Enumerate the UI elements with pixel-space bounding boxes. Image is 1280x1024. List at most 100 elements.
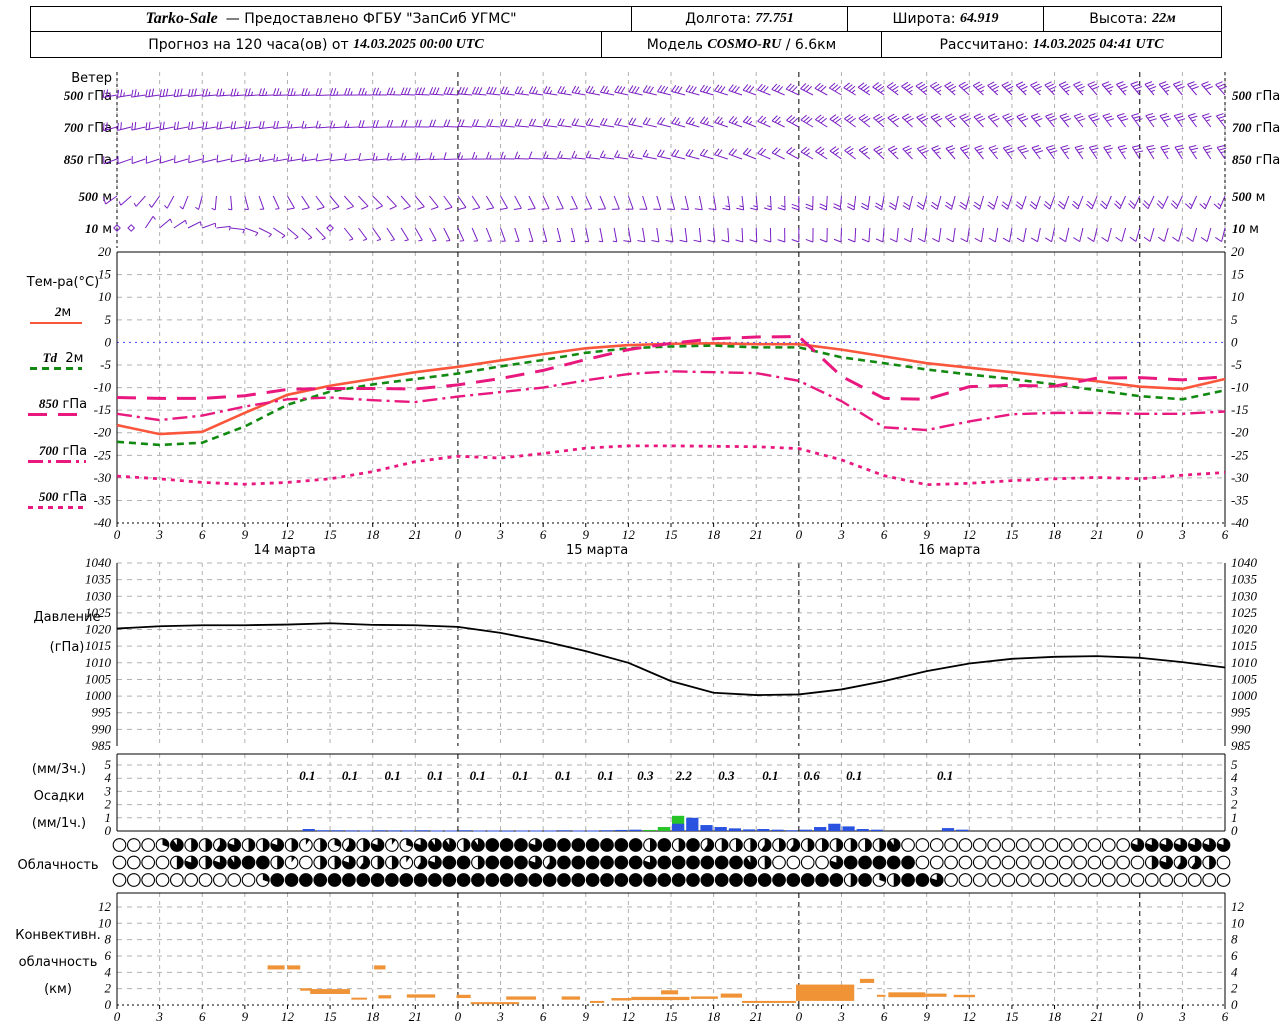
svg-text:-40: -40 bbox=[1231, 515, 1249, 530]
svg-text:0.1: 0.1 bbox=[937, 768, 953, 783]
svg-text:4: 4 bbox=[1231, 770, 1238, 785]
svg-text:0.1: 0.1 bbox=[512, 768, 528, 783]
svg-text:0.1: 0.1 bbox=[846, 768, 862, 783]
convective-cloud-bars bbox=[267, 965, 975, 1005]
svg-text:995: 995 bbox=[92, 705, 112, 720]
svg-text:0: 0 bbox=[105, 997, 112, 1012]
svg-text:-25: -25 bbox=[94, 447, 112, 462]
svg-text:0: 0 bbox=[105, 823, 112, 838]
svg-text:15: 15 bbox=[665, 527, 679, 542]
svg-text:0: 0 bbox=[1137, 1009, 1144, 1024]
svg-text:0: 0 bbox=[1231, 997, 1238, 1012]
svg-text:0.1: 0.1 bbox=[762, 768, 778, 783]
svg-text:16 марта: 16 марта bbox=[918, 543, 980, 558]
svg-text:-35: -35 bbox=[94, 492, 112, 507]
svg-text:15: 15 bbox=[1005, 527, 1019, 542]
svg-text:-15: -15 bbox=[1231, 402, 1249, 417]
svg-text:10: 10 bbox=[1231, 915, 1245, 930]
svg-text:10: 10 bbox=[98, 289, 112, 304]
svg-text:1010: 1010 bbox=[1231, 655, 1258, 670]
wind-barbs-p700 bbox=[102, 113, 1226, 132]
svg-text:18: 18 bbox=[1048, 527, 1062, 542]
svg-text:990: 990 bbox=[92, 721, 112, 736]
svg-text:6: 6 bbox=[881, 1009, 888, 1024]
svg-text:0: 0 bbox=[105, 334, 112, 349]
svg-text:9: 9 bbox=[923, 1009, 930, 1024]
svg-text:21: 21 bbox=[1091, 527, 1104, 542]
wind-barbs-m500 bbox=[103, 195, 1226, 211]
svg-text:-40: -40 bbox=[94, 515, 112, 530]
svg-text:1040: 1040 bbox=[1231, 555, 1258, 570]
svg-text:15 марта: 15 марта bbox=[566, 543, 628, 558]
svg-text:3: 3 bbox=[104, 783, 112, 798]
cloud-row-1 bbox=[112, 838, 1231, 852]
svg-text:-25: -25 bbox=[1231, 447, 1249, 462]
svg-text:18: 18 bbox=[707, 1009, 721, 1024]
svg-text:0.1: 0.1 bbox=[470, 768, 486, 783]
svg-text:2: 2 bbox=[1231, 981, 1238, 996]
svg-text:1035: 1035 bbox=[85, 572, 112, 587]
svg-text:1015: 1015 bbox=[85, 638, 112, 653]
svg-text:1000: 1000 bbox=[1231, 688, 1258, 703]
svg-text:1040: 1040 bbox=[85, 555, 112, 570]
svg-text:985: 985 bbox=[92, 738, 112, 753]
svg-text:-10: -10 bbox=[94, 380, 112, 395]
svg-text:0: 0 bbox=[455, 527, 462, 542]
svg-text:15: 15 bbox=[324, 1009, 338, 1024]
svg-text:12: 12 bbox=[963, 527, 977, 542]
svg-text:0.1: 0.1 bbox=[427, 768, 443, 783]
svg-text:1015: 1015 bbox=[1231, 638, 1258, 653]
svg-text:6: 6 bbox=[199, 1009, 206, 1024]
svg-text:3: 3 bbox=[155, 1009, 163, 1024]
svg-text:3: 3 bbox=[1178, 527, 1186, 542]
svg-text:12: 12 bbox=[1231, 899, 1245, 914]
svg-text:1: 1 bbox=[105, 810, 112, 825]
svg-text:0.6: 0.6 bbox=[804, 768, 821, 783]
svg-text:1020: 1020 bbox=[85, 622, 112, 637]
wind-barbs-p850 bbox=[103, 144, 1227, 165]
svg-text:4: 4 bbox=[105, 964, 112, 979]
svg-text:20: 20 bbox=[98, 244, 112, 259]
svg-text:2.2: 2.2 bbox=[675, 768, 693, 783]
svg-text:21: 21 bbox=[750, 1009, 763, 1024]
svg-text:3: 3 bbox=[1230, 783, 1238, 798]
svg-text:-5: -5 bbox=[100, 357, 111, 372]
svg-text:4: 4 bbox=[105, 770, 112, 785]
svg-text:12: 12 bbox=[281, 1009, 295, 1024]
svg-text:5: 5 bbox=[1231, 757, 1238, 772]
svg-text:12: 12 bbox=[622, 1009, 636, 1024]
svg-text:1035: 1035 bbox=[1231, 572, 1258, 587]
svg-text:-20: -20 bbox=[1231, 425, 1249, 440]
svg-text:1010: 1010 bbox=[85, 655, 112, 670]
svg-text:0.1: 0.1 bbox=[299, 768, 315, 783]
svg-text:9: 9 bbox=[242, 527, 249, 542]
svg-text:1020: 1020 bbox=[1231, 622, 1258, 637]
svg-text:3: 3 bbox=[1178, 1009, 1186, 1024]
svg-text:18: 18 bbox=[366, 527, 380, 542]
svg-text:0.1: 0.1 bbox=[555, 768, 571, 783]
svg-text:8: 8 bbox=[105, 932, 112, 947]
svg-text:1030: 1030 bbox=[1231, 588, 1258, 603]
svg-text:0: 0 bbox=[796, 1009, 803, 1024]
svg-text:12: 12 bbox=[281, 527, 295, 542]
svg-text:-20: -20 bbox=[94, 425, 112, 440]
svg-text:9: 9 bbox=[583, 527, 590, 542]
svg-text:18: 18 bbox=[366, 1009, 380, 1024]
svg-text:985: 985 bbox=[1231, 738, 1251, 753]
wind-barbs-p500 bbox=[102, 81, 1228, 98]
svg-text:3: 3 bbox=[496, 1009, 504, 1024]
svg-text:6: 6 bbox=[1222, 1009, 1229, 1024]
svg-text:15: 15 bbox=[324, 527, 338, 542]
svg-text:1000: 1000 bbox=[85, 688, 112, 703]
svg-text:0.1: 0.1 bbox=[384, 768, 400, 783]
svg-text:1: 1 bbox=[1231, 810, 1238, 825]
svg-text:0: 0 bbox=[114, 1009, 121, 1024]
svg-text:15: 15 bbox=[1005, 1009, 1019, 1024]
svg-text:0: 0 bbox=[1137, 527, 1144, 542]
svg-text:10: 10 bbox=[98, 915, 112, 930]
svg-text:14 марта: 14 марта bbox=[253, 543, 315, 558]
svg-text:3: 3 bbox=[155, 527, 163, 542]
svg-text:9: 9 bbox=[923, 527, 930, 542]
svg-text:21: 21 bbox=[409, 1009, 422, 1024]
svg-text:0.1: 0.1 bbox=[342, 768, 358, 783]
